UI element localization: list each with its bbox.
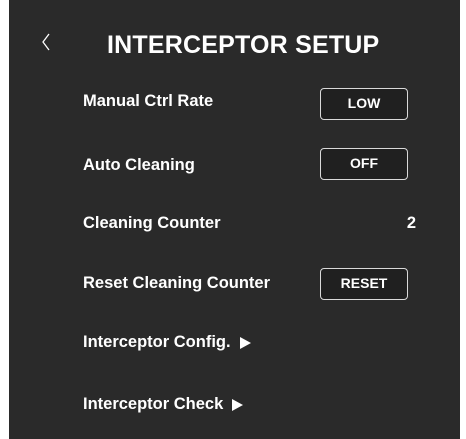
interceptor-setup-panel bbox=[9, 0, 460, 439]
interceptor-check-link[interactable]: Interceptor Check bbox=[83, 395, 244, 414]
page-title: INTERCEPTOR SETUP bbox=[107, 31, 380, 59]
interceptor-config-label: Interceptor Config. bbox=[83, 333, 231, 351]
cleaning-counter-value: 2 bbox=[406, 214, 416, 232]
back-button[interactable] bbox=[36, 28, 56, 58]
cleaning-counter-label: Cleaning Counter bbox=[83, 214, 221, 232]
interceptor-check-label: Interceptor Check bbox=[83, 395, 224, 413]
interceptor-config-link[interactable]: Interceptor Config. bbox=[83, 333, 251, 352]
reset-button[interactable]: RESET bbox=[320, 268, 408, 300]
manual-ctrl-rate-button[interactable]: LOW bbox=[320, 88, 408, 120]
auto-cleaning-label: Auto Cleaning bbox=[83, 156, 195, 174]
reset-cleaning-counter-label: Reset Cleaning Counter bbox=[83, 274, 271, 292]
triangle-right-icon bbox=[232, 398, 244, 411]
triangle-right-icon bbox=[239, 336, 251, 349]
auto-cleaning-toggle-button[interactable]: OFF bbox=[320, 148, 408, 180]
manual-ctrl-rate-label: Manual Ctrl Rate bbox=[83, 92, 214, 110]
chevron-left-icon bbox=[36, 28, 56, 58]
screen: INTERCEPTOR SETUP Manual Ctrl Rate LOW A… bbox=[0, 0, 466, 439]
